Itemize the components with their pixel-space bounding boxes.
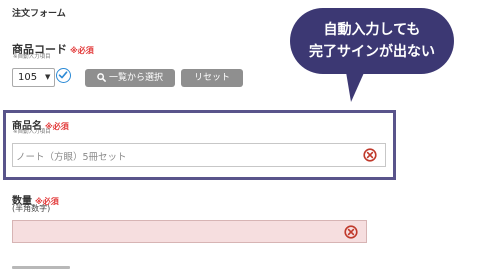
product-name-value: ノート（方眼）5冊セット <box>16 152 127 163</box>
clear-icon[interactable] <box>344 225 358 239</box>
select-value: 105 <box>18 72 38 83</box>
product-code-select[interactable]: 105 ▼ <box>12 68 55 87</box>
required-badge: ※必須 <box>70 46 94 55</box>
chevron-down-icon: ▼ <box>45 73 51 81</box>
callout-bubble: 自動入力しても 完了サインが出ない <box>290 8 454 74</box>
auto-input-note: ※自動入力項目 <box>13 54 51 60</box>
product-name-field[interactable]: ノート（方眼）5冊セット <box>12 143 386 167</box>
callout-line-1: 自動入力しても <box>323 22 421 38</box>
next-field-label-cutoff <box>12 262 72 270</box>
quantity-hint: (半角数字) <box>12 204 51 213</box>
auto-input-note: ※自動入力項目 <box>13 129 51 135</box>
search-icon <box>97 73 106 82</box>
callout-line-2: 完了サインが出ない <box>309 44 435 60</box>
reset-button[interactable]: リセット <box>181 69 243 87</box>
select-from-list-button[interactable]: 一覧から選択 <box>85 69 175 87</box>
callout-text: 自動入力しても 完了サインが出ない <box>290 19 454 63</box>
form-title: 注文フォーム <box>12 9 66 19</box>
clear-icon[interactable] <box>363 148 377 162</box>
quantity-field[interactable] <box>12 220 367 243</box>
select-from-list-label: 一覧から選択 <box>108 73 163 83</box>
check-icon <box>56 68 71 83</box>
